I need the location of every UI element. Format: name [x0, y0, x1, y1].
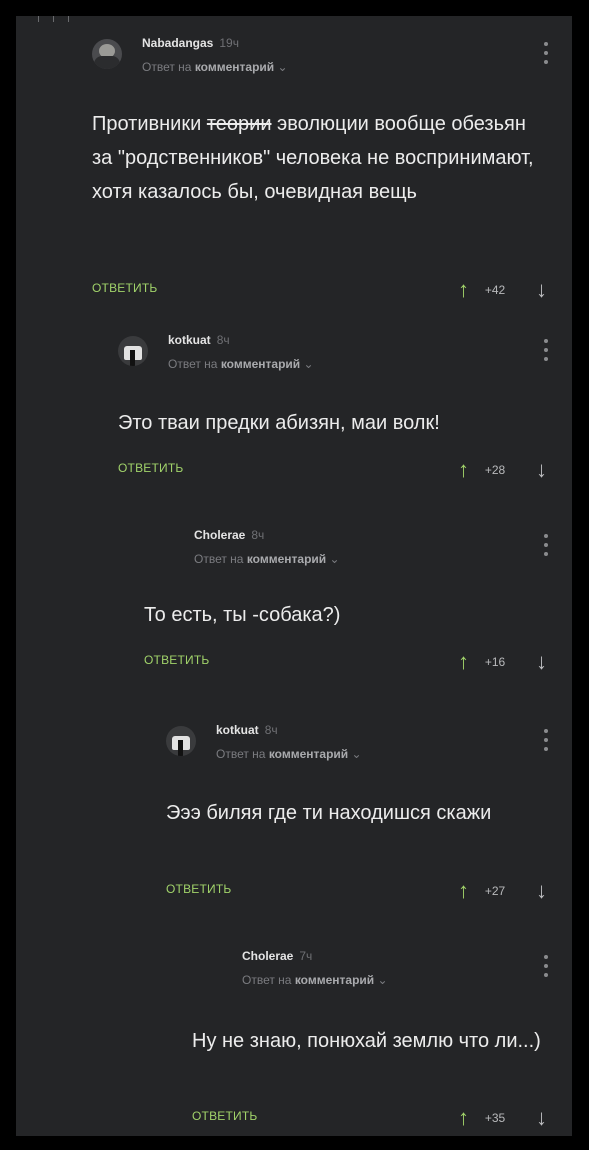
- user-avatar[interactable]: [166, 726, 196, 756]
- user-avatar[interactable]: [92, 39, 122, 69]
- upvote-icon[interactable]: ↑: [458, 277, 469, 303]
- downvote-icon[interactable]: ↓: [536, 457, 547, 483]
- comment-time: 7ч: [299, 949, 313, 963]
- comment-score: +35: [484, 1111, 506, 1125]
- reply-to-link[interactable]: Ответ на комментарий ⌄: [216, 747, 362, 761]
- chevron-down-icon[interactable]: ⌄: [304, 357, 314, 371]
- user-avatar[interactable]: [118, 336, 148, 366]
- username[interactable]: Nabadangas 19ч: [142, 36, 239, 50]
- more-vert-icon[interactable]: [544, 955, 548, 977]
- username-text[interactable]: Nabadangas: [142, 36, 213, 50]
- chevron-down-icon[interactable]: ⌄: [378, 973, 388, 987]
- reply-prefix: Ответ на: [194, 552, 244, 566]
- reply-link-text[interactable]: комментарий: [247, 552, 326, 566]
- reply-to-link[interactable]: Ответ на комментарий ⌄: [194, 552, 340, 566]
- username-text[interactable]: Cholerae: [194, 528, 245, 542]
- username-text[interactable]: kotkuat: [216, 723, 259, 737]
- comment-actions: ОТВЕТИТЬ ↑ +16 ↓: [144, 649, 572, 674]
- reply-prefix: Ответ на: [242, 973, 292, 987]
- comment-score: +16: [484, 655, 506, 669]
- downvote-icon[interactable]: ↓: [536, 878, 547, 904]
- reply-prefix: Ответ на: [216, 747, 266, 761]
- comment-score: +28: [484, 463, 506, 477]
- comment-text: Противники теории эволюции вообще обезья…: [92, 107, 542, 209]
- username[interactable]: kotkuat 8ч: [168, 333, 230, 347]
- chevron-down-icon[interactable]: ⌄: [352, 747, 362, 761]
- comment-time: 19ч: [219, 36, 239, 50]
- downvote-icon[interactable]: ↓: [536, 1105, 547, 1131]
- more-vert-icon[interactable]: [544, 339, 548, 361]
- comment-actions: ОТВЕТИТЬ ↑ +35 ↓: [192, 1105, 572, 1130]
- chevron-down-icon[interactable]: ⌄: [278, 60, 288, 74]
- reply-link-text[interactable]: комментарий: [269, 747, 348, 761]
- upvote-icon[interactable]: ↑: [458, 649, 469, 675]
- comment-actions: ОТВЕТИТЬ ↑ +27 ↓: [166, 878, 572, 903]
- comment-score: +42: [484, 283, 506, 297]
- reply-prefix: Ответ на: [168, 357, 218, 371]
- upvote-icon[interactable]: ↑: [458, 878, 469, 904]
- comment-actions: ОТВЕТИТЬ ↑ +28 ↓: [118, 457, 572, 482]
- downvote-icon[interactable]: ↓: [536, 649, 547, 675]
- reply-button[interactable]: ОТВЕТИТЬ: [118, 461, 183, 475]
- reply-to-link[interactable]: Ответ на комментарий ⌄: [168, 357, 314, 371]
- upvote-icon[interactable]: ↑: [458, 1105, 469, 1131]
- comment-text: То есть, ты -собака?): [144, 604, 341, 626]
- username[interactable]: kotkuat 8ч: [216, 723, 278, 737]
- comment: kotkuat 8ч Ответ на комментарий ⌄ Это тва…: [118, 333, 572, 493]
- comment-score: +27: [484, 884, 506, 898]
- reply-to-link[interactable]: Ответ на комментарий ⌄: [242, 973, 388, 987]
- comment: Nabadangas 19ч Ответ на комментарий ⌄ Про…: [92, 36, 572, 316]
- reply-button[interactable]: ОТВЕТИТЬ: [144, 653, 209, 667]
- comment-time: 8ч: [251, 528, 265, 542]
- top-scroll-marks: [16, 16, 572, 22]
- comment-time: 8ч: [216, 333, 230, 347]
- chevron-down-icon[interactable]: ⌄: [330, 552, 340, 566]
- more-vert-icon[interactable]: [544, 42, 548, 64]
- username[interactable]: Cholerae 7ч: [242, 949, 312, 963]
- username-text[interactable]: kotkuat: [168, 333, 211, 347]
- reply-button[interactable]: ОТВЕТИТЬ: [166, 882, 231, 896]
- strikethrough-text: теории: [206, 113, 272, 135]
- reply-to-link[interactable]: Ответ на комментарий ⌄: [142, 60, 288, 74]
- comment: kotkuat 8ч Ответ на комментарий ⌄ Эээ бил…: [166, 723, 572, 913]
- reply-link-text[interactable]: комментарий: [295, 973, 374, 987]
- comment-time: 8ч: [264, 723, 278, 737]
- comment-text: Эээ биляя где ти находишся скажи: [166, 802, 492, 824]
- upvote-icon[interactable]: ↑: [458, 457, 469, 483]
- downvote-icon[interactable]: ↓: [536, 277, 547, 303]
- reply-button[interactable]: ОТВЕТИТЬ: [192, 1109, 257, 1123]
- username[interactable]: Cholerae 8ч: [194, 528, 264, 542]
- text-part: Противники: [92, 113, 207, 135]
- comment-text: Ну не знаю, понюхай землю что ли...): [192, 1030, 541, 1052]
- comments-thread: Nabadangas 19ч Ответ на комментарий ⌄ Про…: [16, 16, 572, 1136]
- comment: Cholerae 8ч Ответ на комментарий ⌄ То ест…: [144, 528, 572, 688]
- reply-link-text[interactable]: комментарий: [195, 60, 274, 74]
- reply-button[interactable]: ОТВЕТИТЬ: [92, 281, 157, 295]
- more-vert-icon[interactable]: [544, 534, 548, 556]
- comment-text: Это тваи предки абизян, маи волк!: [118, 412, 440, 434]
- comment: Cholerae 7ч Ответ на комментарий ⌄ Ну не …: [192, 949, 572, 1136]
- more-vert-icon[interactable]: [544, 729, 548, 751]
- username-text[interactable]: Cholerae: [242, 949, 293, 963]
- reply-link-text[interactable]: комментарий: [221, 357, 300, 371]
- comment-actions: ОТВЕТИТЬ ↑ +42 ↓: [92, 277, 572, 302]
- reply-prefix: Ответ на: [142, 60, 192, 74]
